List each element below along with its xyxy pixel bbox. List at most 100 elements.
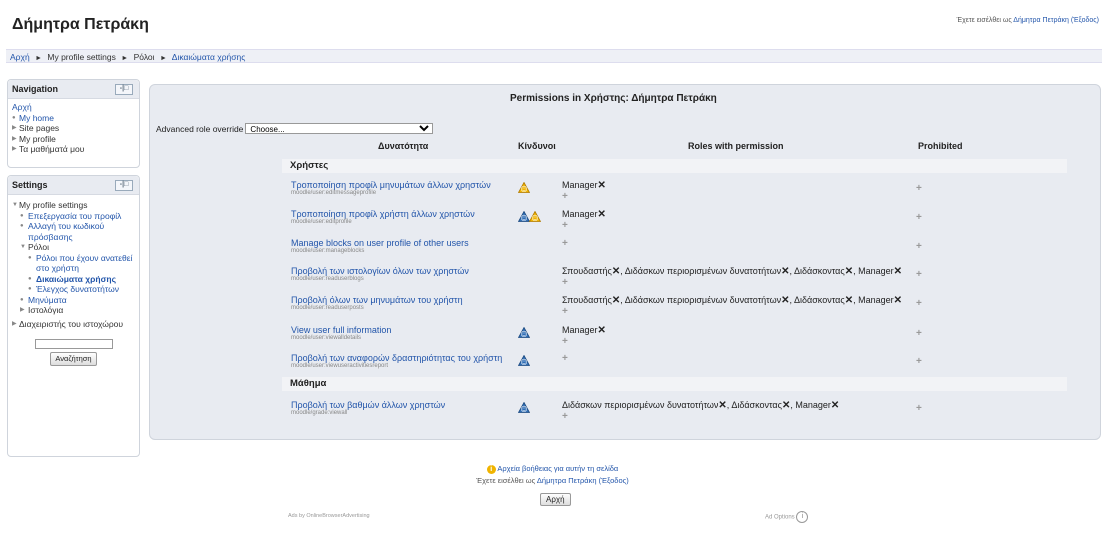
add-role-icon[interactable]: + [562, 411, 568, 422]
role-name: Διδάσκοντας [794, 266, 845, 276]
footer-help: i Αρχεία βοήθειας για αυτήν τη σελίδα [0, 464, 1105, 474]
nav-item-my-home[interactable]: ● My home [12, 113, 135, 124]
add-role-icon[interactable]: + [562, 306, 568, 317]
capability-link[interactable]: Τροποποίηση προφίλ μηνυμάτων άλλων χρηστ… [291, 180, 491, 190]
role-name: Manager [858, 295, 894, 305]
page-title: Δήμητρα Πετράκη [12, 16, 149, 33]
remove-role-icon[interactable]: ✕ [612, 266, 620, 277]
capability-link[interactable]: Προβολή των βαθμών άλλων χρηστών [291, 400, 445, 410]
expand-arrow-icon[interactable]: ▶ [12, 123, 17, 134]
ads-text: Ads by OnlineBrowserAdvertising [288, 513, 370, 519]
settings-item-blogs[interactable]: ▶ Ιστολόγια [12, 305, 135, 316]
remove-role-icon[interactable]: ✕ [612, 295, 620, 306]
bullet-icon: ● [20, 212, 24, 219]
dock-icon[interactable]: -|□ [115, 84, 133, 95]
capability-link[interactable]: Προβολή όλων των μηνυμάτων του χρήστη [291, 295, 463, 305]
capability-code: moodle/user:editmessageprofile [291, 190, 377, 196]
capability-link[interactable]: Προβολή των αναφορών δραστηριότητας του … [291, 353, 502, 363]
capability-link[interactable]: Προβολή των ιστολογίων όλων των χρηστών [291, 266, 469, 276]
add-role-icon[interactable]: + [562, 277, 568, 288]
settings-item-change-password[interactable]: ● Αλλαγή του κωδικού πρόσβασης [12, 221, 135, 242]
home-button[interactable]: Αρχή [540, 493, 571, 506]
add-role-icon[interactable]: + [562, 353, 568, 364]
column-risks: Κίνδυνοι [518, 141, 556, 151]
add-role-icon[interactable]: + [562, 220, 568, 231]
expand-arrow-icon[interactable]: ▶ [20, 305, 25, 316]
add-prohibit-icon[interactable]: + [916, 298, 922, 309]
logout-link[interactable]: (Έξοδος) [1071, 17, 1099, 24]
bullet-icon: ● [28, 275, 32, 282]
expand-arrow-icon[interactable]: ▶ [12, 144, 17, 155]
remove-role-icon[interactable]: ✕ [845, 266, 853, 277]
add-prohibit-icon[interactable]: + [916, 269, 922, 280]
collapse-arrow-icon[interactable]: ▼ [12, 200, 18, 211]
expand-arrow-icon[interactable]: ▶ [12, 319, 17, 330]
risk-privacy-icon[interactable]: ☺ [517, 326, 531, 340]
add-role-icon[interactable]: + [562, 191, 568, 202]
breadcrumb-home[interactable]: Αρχή [10, 52, 30, 62]
breadcrumb-permissions[interactable]: Δικαιώματα χρήσης [172, 52, 246, 62]
settings-item-messages[interactable]: ● Μηνύματα [12, 295, 135, 306]
role-name: Manager [562, 209, 598, 219]
navigation-block-title: Navigation -|□ [8, 80, 139, 99]
settings-item-site-admin[interactable]: ▶ Διαχειριστής του ιστοχώρου [12, 319, 135, 330]
add-prohibit-icon[interactable]: + [916, 328, 922, 339]
add-prohibit-icon[interactable]: + [916, 356, 922, 367]
settings-search-input[interactable] [34, 338, 113, 349]
remove-role-icon[interactable]: ✕ [781, 266, 789, 277]
permissions-panel: Permissions in Χρήστης: Δήμητρα Πετράκη … [149, 84, 1101, 440]
column-prohibited: Prohibited [918, 141, 963, 151]
capability-link[interactable]: Τροποποίηση προφίλ χρήστη άλλων χρηστών [291, 209, 475, 219]
settings-item-permissions[interactable]: ● Δικαιώματα χρήσης [12, 274, 135, 285]
settings-search: Αναζήτηση [12, 337, 135, 366]
risk-privacy-icon[interactable]: ☺ [517, 401, 531, 415]
settings-item-edit-profile[interactable]: ● Επεξεργασία του προφίλ [12, 211, 135, 222]
collapse-arrow-icon[interactable]: ▼ [20, 242, 26, 253]
add-role-icon[interactable]: + [562, 238, 568, 249]
remove-role-icon[interactable]: ✕ [845, 295, 853, 306]
remove-role-icon[interactable]: ✕ [781, 295, 789, 306]
bullet-icon: ● [12, 114, 16, 121]
expand-arrow-icon[interactable]: ▶ [12, 134, 17, 145]
nav-item-my-profile[interactable]: ▶ My profile [12, 134, 135, 145]
remove-role-icon[interactable]: ✕ [598, 209, 606, 220]
remove-role-icon[interactable]: ✕ [718, 400, 726, 411]
settings-block: Settings -|□ ▼ My profile settings ● Επεξε… [7, 175, 140, 457]
remove-role-icon[interactable]: ✕ [831, 400, 839, 411]
add-prohibit-icon[interactable]: + [916, 403, 922, 414]
login-user-link[interactable]: Δήμητρα Πετράκη [1013, 17, 1069, 24]
settings-item-check-permissions[interactable]: ● Έλεγχος δυνατοτήτων [12, 284, 135, 295]
risk-personal-icon[interactable]: ☺ [517, 181, 531, 195]
search-button[interactable]: Αναζήτηση [50, 351, 97, 366]
footer-logout-link[interactable]: (Έξοδος) [599, 476, 629, 485]
settings-item-profile[interactable]: ▼ My profile settings [12, 200, 135, 211]
info-icon[interactable]: i [796, 511, 809, 523]
section-course: Μάθημα [282, 377, 1067, 391]
settings-item-assigned-roles[interactable]: ● Ρόλοι που έχουν ανατεθεί στο χρήστη [12, 253, 135, 274]
footer-login-info: Έχετε εισέλθει ως Δήμητρα Πετράκη (Έξοδο… [476, 476, 629, 485]
add-role-icon[interactable]: + [562, 336, 568, 347]
nav-item-my-courses[interactable]: ▶ Τα μαθήματά μου [12, 144, 135, 155]
add-prohibit-icon[interactable]: + [916, 212, 922, 223]
risk-privacy-icon[interactable]: ☺ [517, 354, 531, 368]
risk-personal-icon[interactable]: ☺ [528, 210, 542, 224]
nav-item-site-pages[interactable]: ▶ Site pages [12, 123, 135, 134]
footer-user-link[interactable]: Δήμητρα Πετράκη [537, 476, 597, 485]
add-prohibit-icon[interactable]: + [916, 183, 922, 194]
remove-role-icon[interactable]: ✕ [598, 325, 606, 336]
remove-role-icon[interactable]: ✕ [598, 180, 606, 191]
help-icon: i [486, 465, 496, 474]
role-name: Διδάσκων περιορισμένων δυνατοτήτων [624, 295, 782, 305]
remove-role-icon[interactable]: ✕ [894, 295, 902, 306]
add-prohibit-icon[interactable]: + [916, 241, 922, 252]
role-override-select[interactable]: Choose... [245, 123, 434, 134]
dock-icon[interactable]: -|□ [115, 180, 133, 191]
settings-item-roles[interactable]: ▼ Ρόλοι [12, 242, 135, 253]
capability-link[interactable]: View user full information [291, 325, 391, 335]
nav-item-home[interactable]: Αρχή [12, 102, 135, 113]
ad-options[interactable]: Ad Options i [765, 511, 809, 523]
role-name: Manager [562, 180, 598, 190]
capability-link[interactable]: Manage blocks on user profile of other u… [291, 238, 469, 248]
remove-role-icon[interactable]: ✕ [894, 266, 902, 277]
help-docs-link[interactable]: Αρχεία βοήθειας για αυτήν τη σελίδα [497, 464, 618, 473]
